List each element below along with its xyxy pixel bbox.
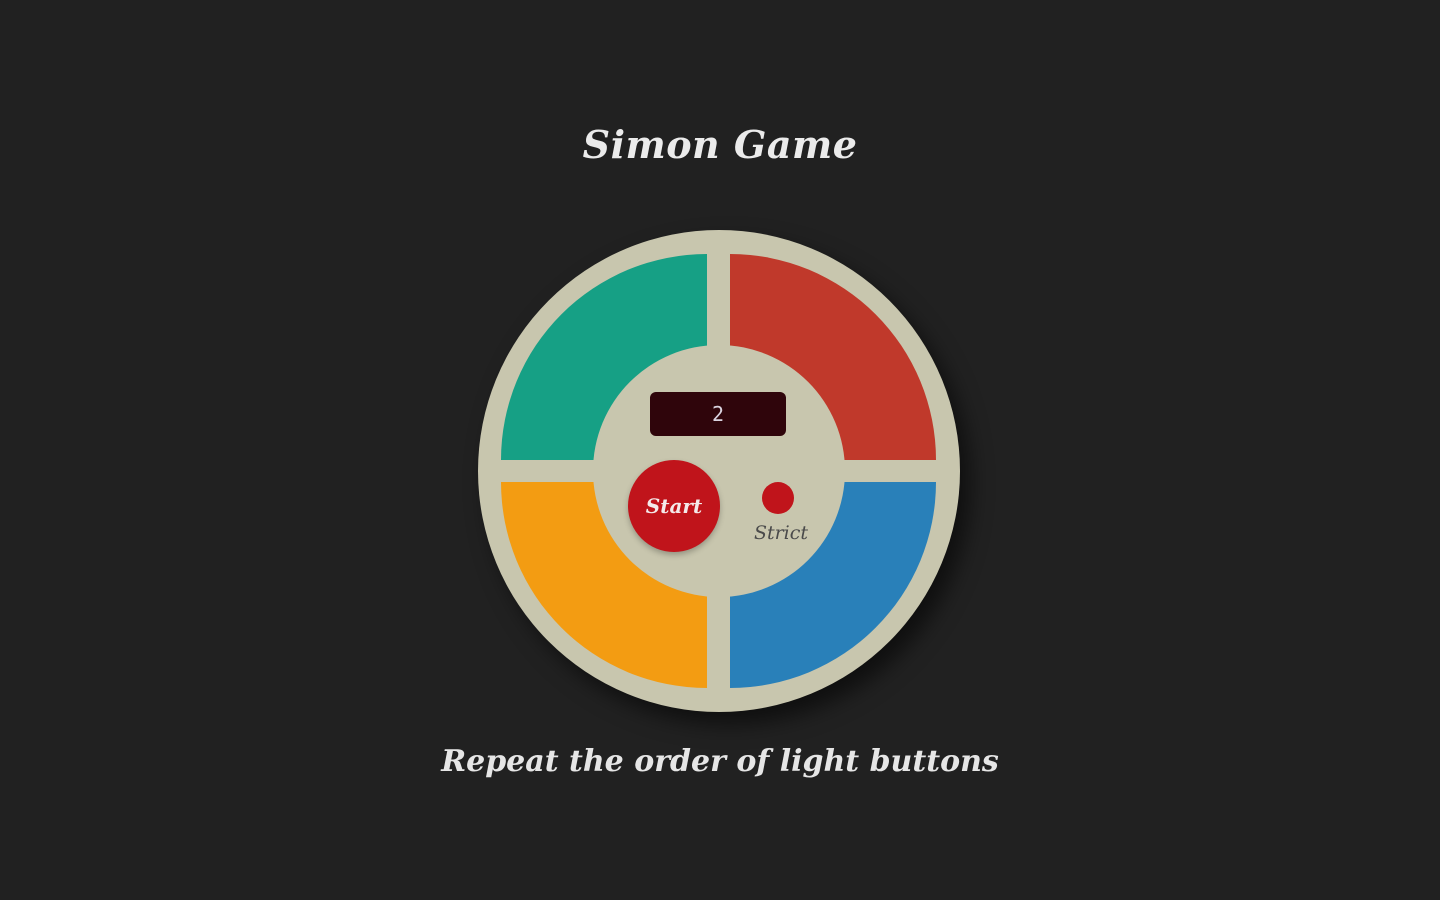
start-button[interactable]: Start	[628, 460, 720, 552]
strict-button[interactable]	[762, 482, 794, 514]
instructions-text: Repeat the order of light buttons	[441, 744, 999, 779]
simon-board: 2 Start Strict	[478, 230, 960, 712]
game-title: Simon Game	[582, 122, 858, 167]
count-display: 2	[650, 392, 786, 436]
strict-label: Strict	[753, 522, 809, 544]
control-panel: 2 Start Strict	[593, 345, 845, 597]
